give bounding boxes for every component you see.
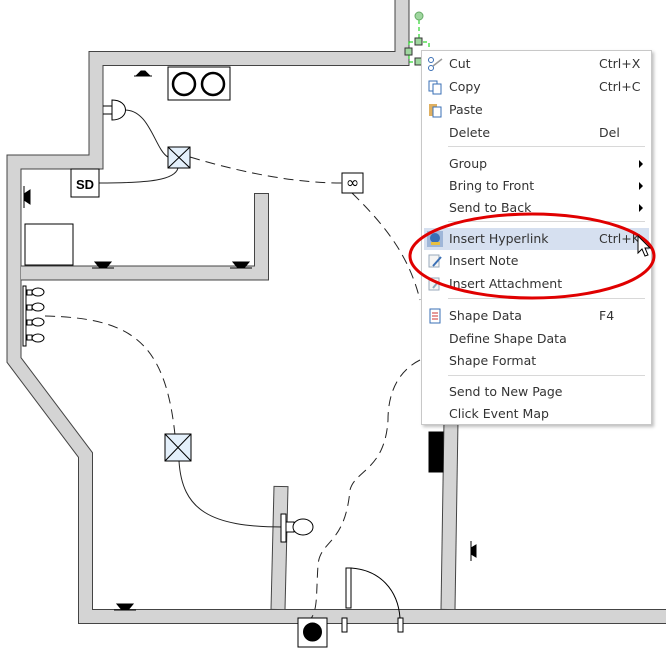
paste-icon	[429, 104, 442, 118]
submenu-arrow-icon	[639, 182, 643, 190]
menu-item-paste[interactable]: Paste	[424, 99, 649, 121]
context-menu: Cut Ctrl+X Copy Ctrl+C Paste Delete Del Gro…	[421, 50, 652, 425]
resize-handle[interactable]	[414, 37, 423, 46]
menu-item-bring-to-front[interactable]: Bring to Front	[424, 175, 649, 197]
menu-item-insert-hyperlink[interactable]: Insert Hyperlink Ctrl+K	[424, 228, 649, 250]
wiring	[44, 109, 421, 621]
menu-item-define-shape-data[interactable]: Define Shape Data	[424, 328, 649, 350]
menu-item-delete[interactable]: Delete Del	[424, 122, 649, 144]
resize-handle[interactable]	[404, 47, 413, 56]
menu-item-shape-data[interactable]: Shape Data F4	[424, 305, 649, 327]
menu-separator	[448, 375, 645, 376]
menu-item-click-event-map[interactable]: Click Event Map	[424, 403, 649, 425]
menu-separator	[448, 298, 645, 299]
menu-item-shape-format[interactable]: Shape Format	[424, 350, 649, 372]
submenu-arrow-icon	[639, 204, 643, 212]
menu-item-insert-attachment[interactable]: Insert Attachment	[424, 273, 649, 295]
note-icon	[428, 254, 442, 268]
menu-separator	[448, 146, 645, 147]
menu-item-cut[interactable]: Cut Ctrl+X	[424, 53, 649, 75]
attachment-icon	[428, 277, 440, 291]
rotate-handle[interactable]	[414, 11, 424, 21]
menu-item-send-to-new-page[interactable]: Send to New Page	[424, 381, 649, 403]
submenu-arrow-icon	[639, 160, 643, 168]
menu-separator	[448, 221, 645, 222]
menu-item-send-to-back[interactable]: Send to Back	[424, 197, 649, 219]
scissors-icon	[428, 57, 443, 71]
menu-item-copy[interactable]: Copy Ctrl+C	[424, 76, 649, 98]
menu-item-group[interactable]: Group	[424, 153, 649, 175]
smoke-detector-label: SD	[76, 177, 94, 192]
menu-item-insert-note[interactable]: Insert Note	[424, 250, 649, 272]
hyperlink-icon	[427, 231, 443, 247]
svg-text:∞: ∞	[346, 173, 359, 192]
shape-data-icon	[429, 308, 441, 324]
copy-icon	[428, 80, 442, 95]
